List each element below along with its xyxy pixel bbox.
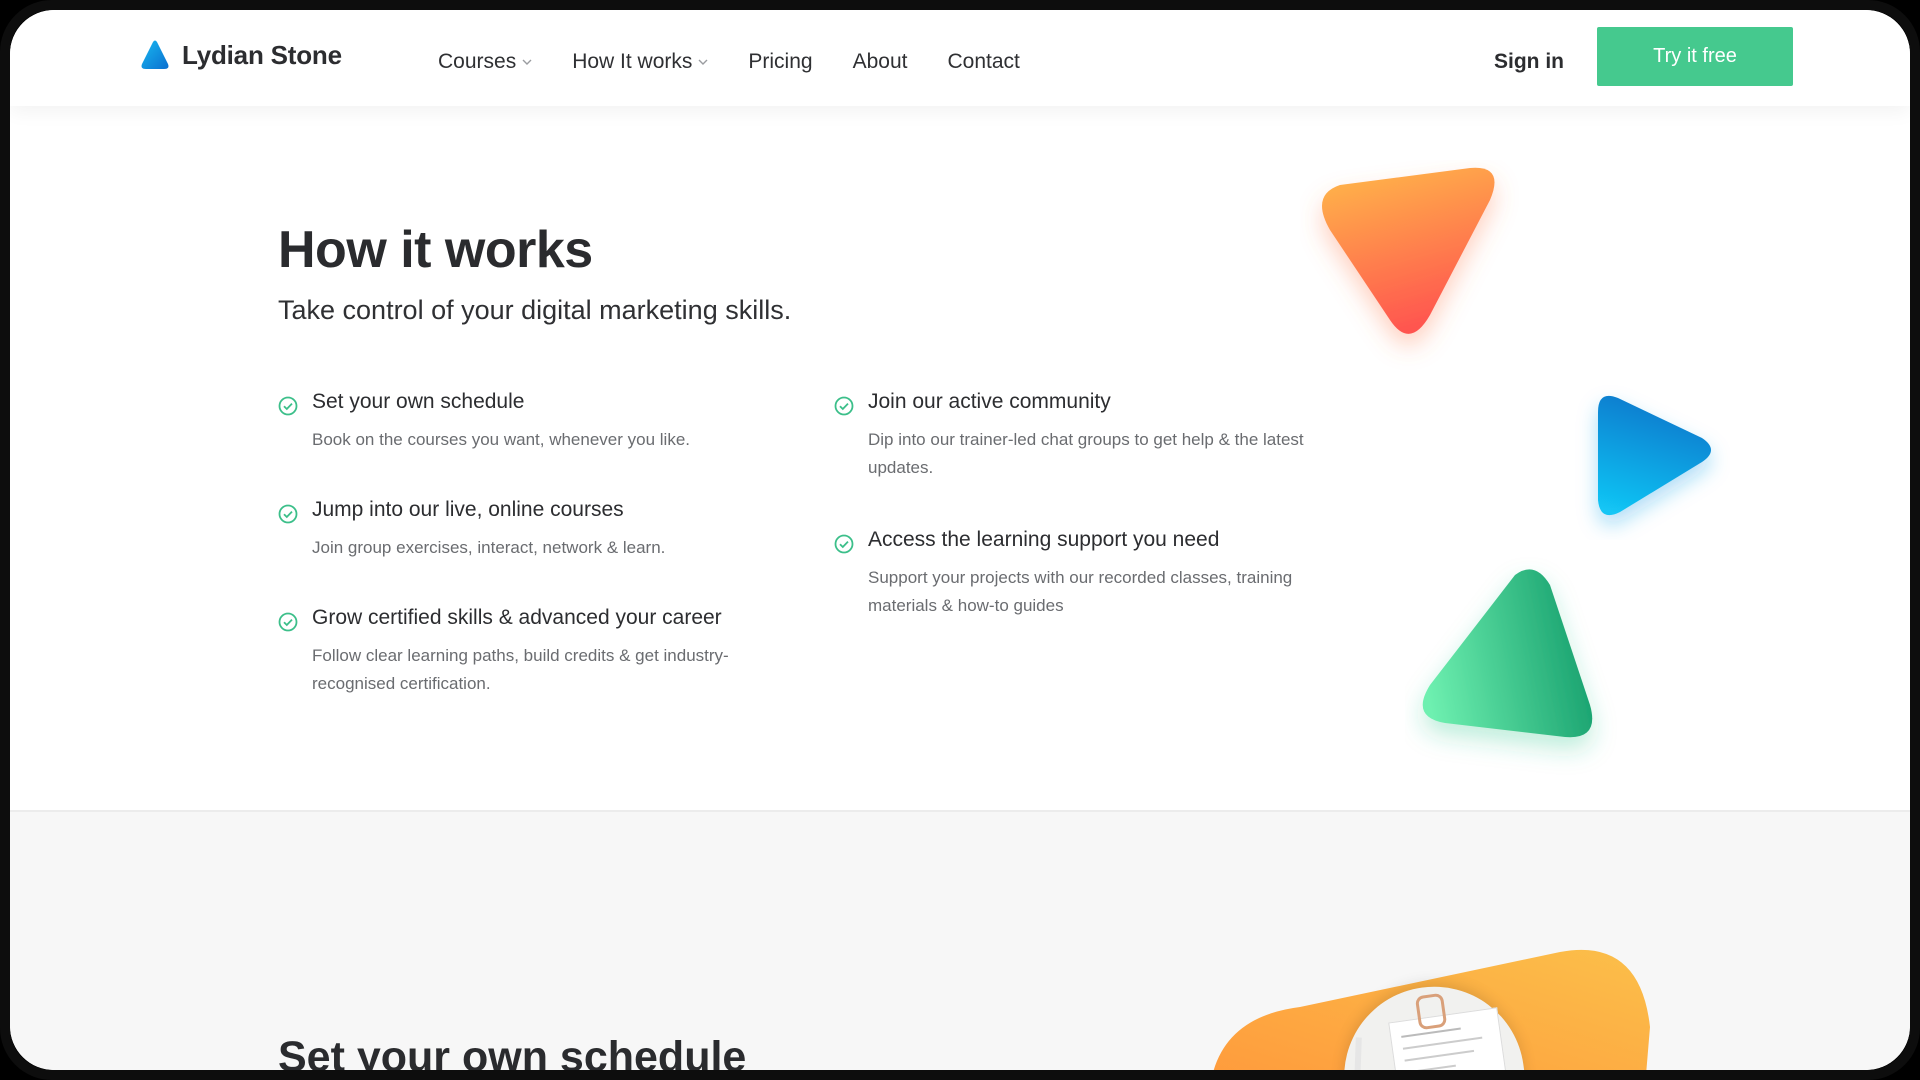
chevron-down-icon [698, 59, 708, 65]
check-circle-icon [278, 396, 298, 416]
try-it-free-button[interactable]: Try it free [1597, 27, 1793, 86]
binder-clip-icon [1414, 992, 1448, 1031]
check-circle-icon [278, 504, 298, 524]
feature-description: Join group exercises, interact, network … [312, 538, 666, 557]
feature-title: Join our active community [868, 390, 1111, 413]
notepad-paper [1388, 1007, 1510, 1070]
feature-description: Follow clear learning paths, build credi… [312, 646, 729, 693]
nav-item-courses[interactable]: Courses [438, 50, 532, 74]
orange-triangle-shape [1322, 167, 1495, 334]
green-triangle-shape [1422, 569, 1593, 738]
nav-label: Pricing [748, 50, 813, 73]
sign-in-link[interactable]: Sign in [1494, 50, 1564, 74]
feature-title: Grow certified skills & advanced your ca… [312, 606, 722, 629]
browser-viewport: Lydian Stone Courses How It works Pricin… [10, 10, 1910, 1070]
site-header: Lydian Stone Courses How It works Pricin… [10, 10, 1910, 106]
feature-description: Book on the courses you want, whenever y… [312, 430, 690, 449]
feature-title: Set your own schedule [312, 390, 525, 413]
check-circle-icon [278, 612, 298, 632]
page-subtitle: Take control of your digital marketing s… [278, 295, 792, 325]
schedule-section: Set your own schedule [10, 810, 1910, 1070]
nav-label: Contact [947, 50, 1020, 73]
nav-item-about[interactable]: About [853, 50, 908, 74]
nav-item-how-it-works[interactable]: How It works [572, 50, 708, 74]
nav-label: How It works [572, 50, 693, 73]
blue-play-triangle-shape [1598, 395, 1711, 516]
chevron-down-icon [522, 59, 532, 65]
section-title: Set your own schedule [278, 1033, 747, 1070]
brand-logo[interactable]: Lydian Stone [140, 39, 342, 71]
nav-label: Courses [438, 50, 517, 73]
main-nav: Courses How It works Pricing About Conta… [438, 50, 1060, 74]
brand-name: Lydian Stone [182, 39, 342, 70]
page-title: How it works [278, 221, 593, 279]
feature-title: Jump into our live, online courses [312, 498, 624, 521]
feature-description: Dip into our trainer-led chat groups to … [868, 430, 1304, 477]
check-circle-icon [834, 534, 854, 554]
feature-description: Support your projects with our recorded … [868, 568, 1293, 615]
check-circle-icon [834, 396, 854, 416]
feature-title: Access the learning support you need [868, 528, 1220, 551]
nav-label: About [852, 50, 908, 73]
nav-item-pricing[interactable]: Pricing [748, 50, 812, 74]
logo-triangle-icon [141, 40, 169, 69]
nav-item-contact[interactable]: Contact [947, 50, 1019, 74]
pen-shape [1352, 1037, 1362, 1070]
